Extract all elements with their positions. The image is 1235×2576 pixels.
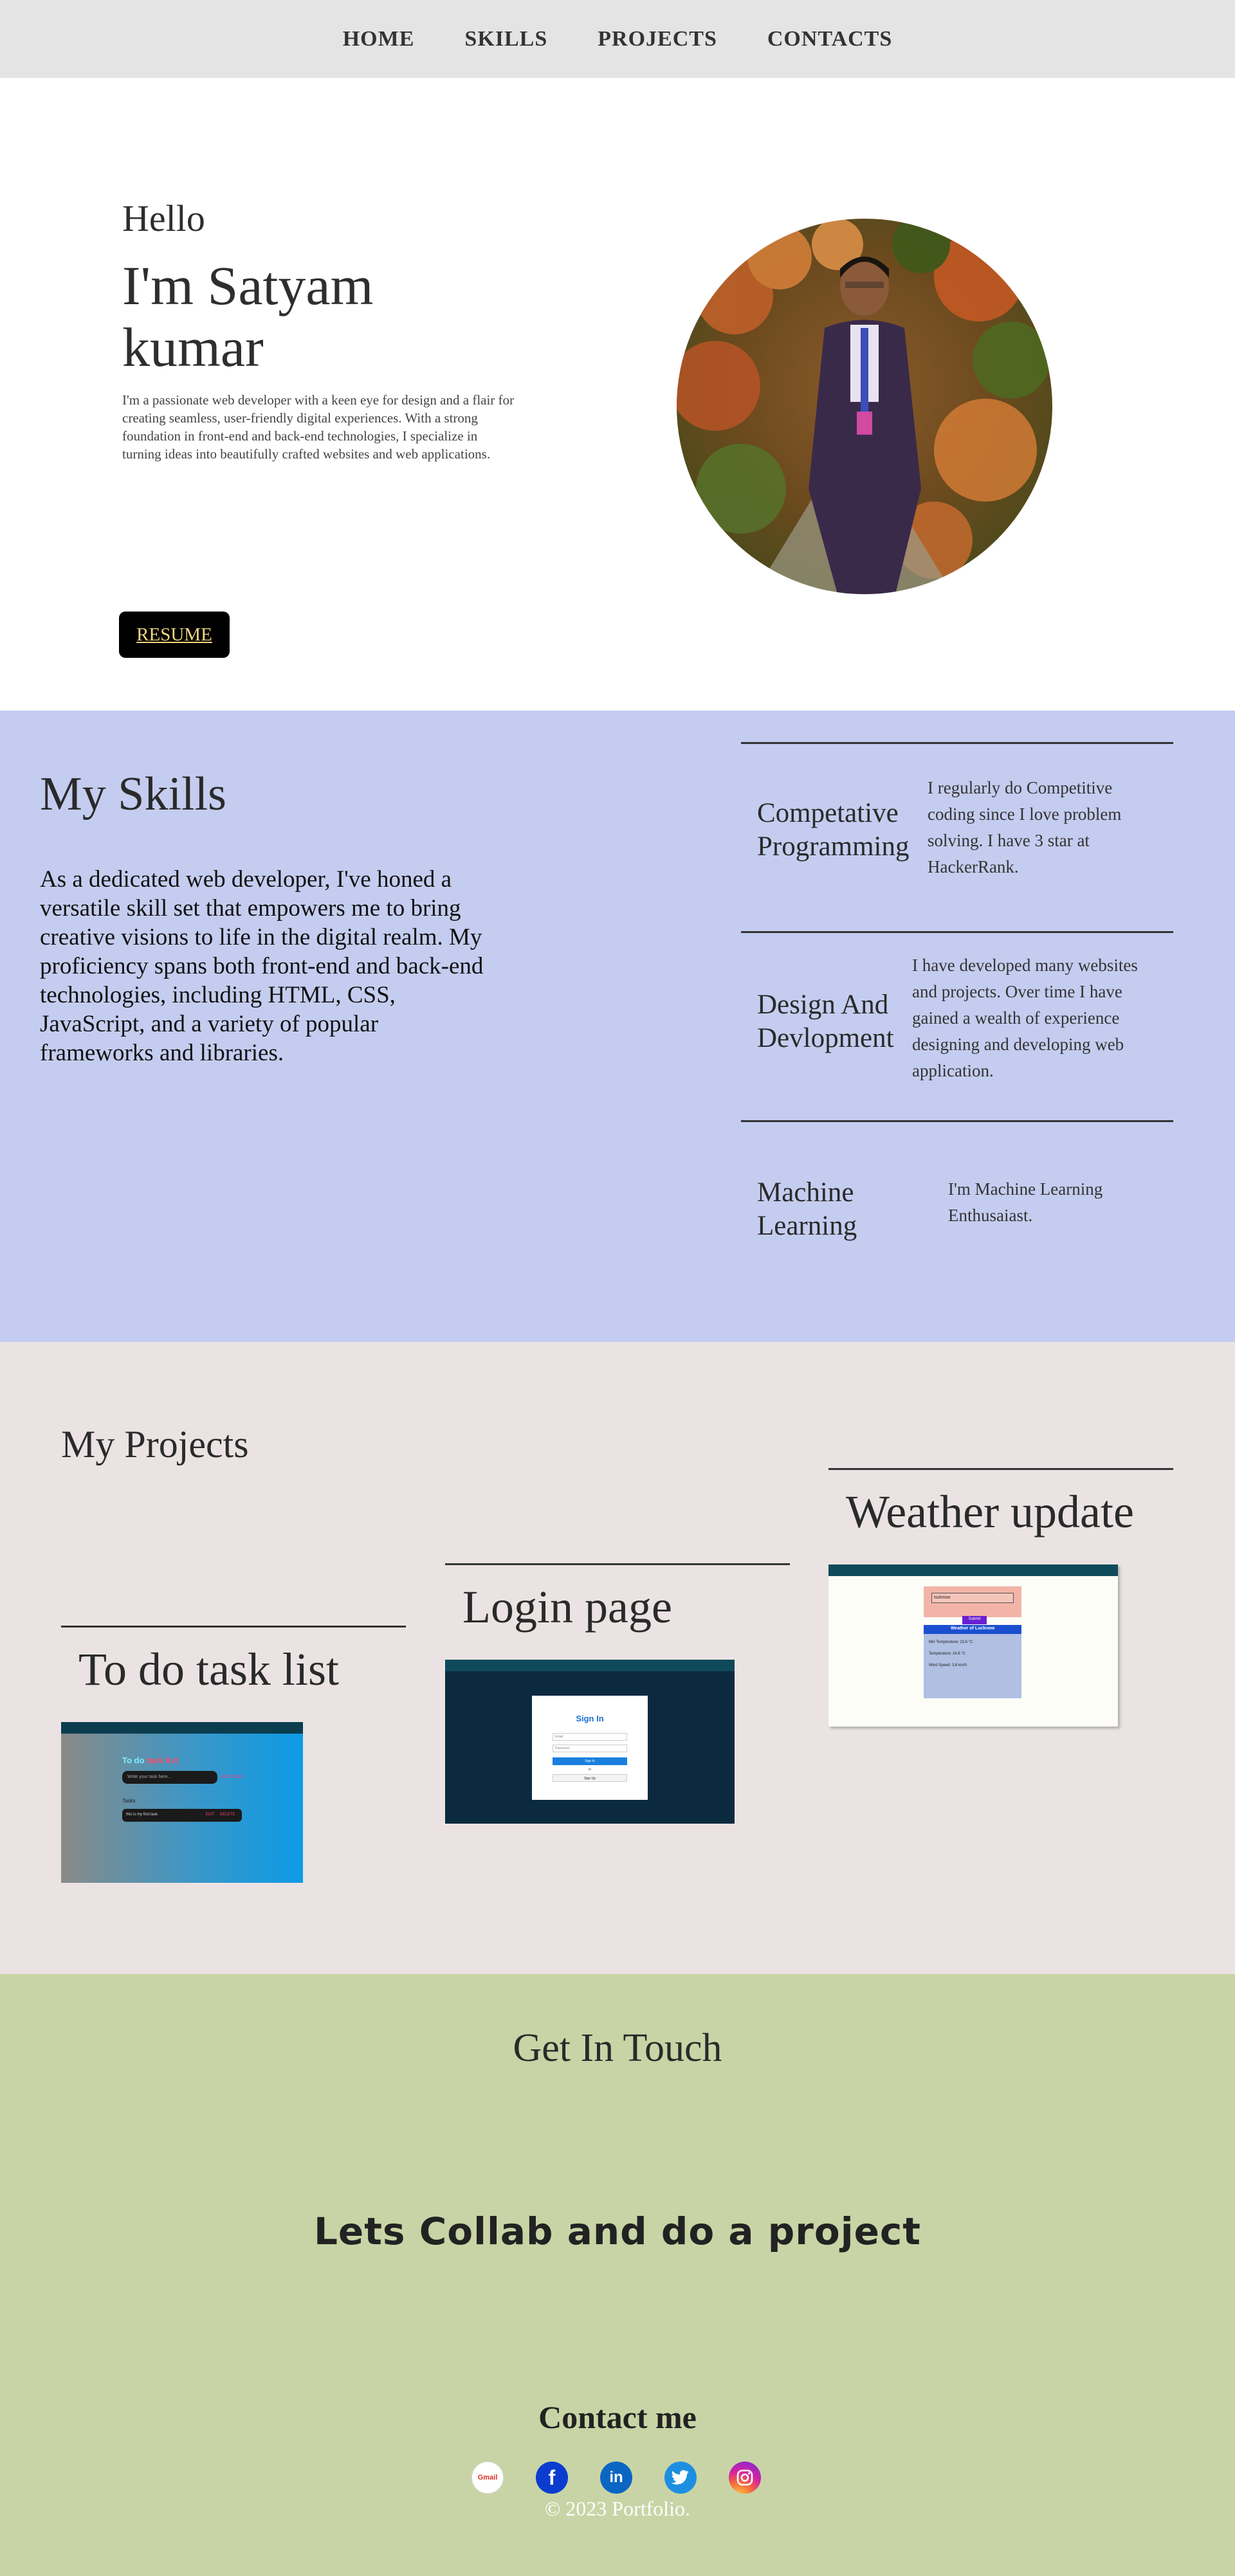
skill-text: I have developed many websites and proje… [912, 956, 1138, 1080]
skill-card: Machine Learning I'm Machine Learning En… [741, 1120, 1173, 1311]
browser-bar [445, 1660, 735, 1671]
top-nav: HOME SKILLS PROJECTS CONTACTS [0, 0, 1235, 78]
contact-section: Get In Touch Lets Collab and do a projec… [0, 1974, 1235, 2576]
skill-name: Design And Devlopment [757, 990, 894, 1053]
todo-edit: EDIT [206, 1813, 215, 1817]
gmail-icon[interactable]: Gmail [471, 2462, 504, 2494]
facebook-icon-label: f [548, 2465, 556, 2489]
project-title: Weather update [846, 1486, 1134, 1537]
login-password: Password [553, 1745, 627, 1752]
resume-button[interactable]: RESUME [119, 612, 230, 658]
contact-title: Get In Touch [513, 2026, 722, 2070]
hero-section: Hello I'm Satyam kumar I'm a passionate … [0, 78, 1235, 711]
projects-title: My Projects [61, 1423, 249, 1465]
todo-delete: DELETE [220, 1813, 235, 1817]
contact-me-heading: Contact me [538, 2399, 697, 2435]
facebook-icon[interactable]: f [536, 2462, 568, 2494]
copyright: © 2023 Portfolio. [544, 2497, 691, 2520]
skill-name: Machine Learning [757, 1177, 857, 1241]
social-links: Gmail f in [471, 2462, 761, 2494]
todo-input: Write your task here... [122, 1771, 217, 1784]
linkedin-icon[interactable]: in [600, 2462, 632, 2494]
twitter-bird-glyph [672, 2470, 689, 2485]
projects-section: My Projects To do task list To do task l… [0, 1342, 1235, 1974]
weather-row: Wind Speed: 3.6 km/h [929, 1664, 967, 1667]
project-title: To do task list [78, 1644, 339, 1695]
skill-card: Competative Programming I regularly do C… [741, 742, 1173, 932]
nav-skills-link[interactable]: SKILLS [464, 27, 547, 51]
hero-intro: I'm a passionate web developer with a ke… [122, 392, 515, 462]
weather-submit: Submit [962, 1616, 987, 1624]
profile-photo-illustration [677, 219, 1052, 594]
profile-photo [677, 219, 1052, 594]
login-heading: Sign In [576, 1714, 604, 1723]
todo-tasks-label: Tasks [122, 1798, 136, 1804]
todo-heading-b: task list [147, 1755, 178, 1765]
weather-city-input: lucknow [931, 1593, 1014, 1603]
skill-text: I'm Machine Learning Enthusaiast. [948, 1179, 1103, 1225]
weather-row: Temperature: 24.6 °C [929, 1652, 966, 1656]
login-submit: Sign In [553, 1757, 627, 1765]
login-card: Sign In Email Password Sign In or Sign U… [532, 1696, 648, 1800]
collab-heading: Lets Collab and do a project [313, 2209, 922, 2253]
weather-row: Min Temperature: 23.6 °C [929, 1640, 973, 1644]
skill-name: Competative Programming [757, 798, 910, 862]
todo-task-row: this is my first task EDIT DELETE [122, 1809, 242, 1822]
gmail-icon-label: Gmail [477, 2474, 498, 2481]
hero-name: I'm Satyam kumar [122, 255, 374, 378]
weather-results: Min Temperature: 23.6 °C Temperature: 24… [924, 1634, 1021, 1698]
instagram-camera-glyph [736, 2469, 753, 2486]
skill-text: I regularly do Competitive coding since … [928, 778, 1122, 876]
skills-title: My Skills [40, 768, 226, 821]
weather-heading: Weather of Lucknow [924, 1625, 1021, 1634]
project-screenshot-todo[interactable]: To do task list Write your task here... … [61, 1722, 303, 1883]
project-screenshot-weather[interactable]: lucknow Submit Weather of Lucknow Min Te… [828, 1565, 1118, 1727]
skill-card: Design And Devlopment I have developed m… [741, 931, 1173, 1121]
todo-task-text: this is my first task [126, 1813, 158, 1817]
nav-projects-link[interactable]: PROJECTS [598, 27, 717, 51]
nav-home-link[interactable]: HOME [343, 27, 415, 51]
login-signup: Sign Up [553, 1774, 627, 1782]
skills-description: As a dedicated web developer, I've honed… [40, 866, 484, 1066]
login-or: or [588, 1768, 592, 1772]
project-card-weather: Weather update lucknow Submit Weather of… [828, 1468, 1173, 1738]
todo-heading: To do task list [122, 1755, 178, 1765]
twitter-icon[interactable] [664, 2462, 697, 2494]
nav-contacts-link[interactable]: CONTACTS [767, 27, 892, 51]
browser-bar [828, 1565, 1118, 1576]
weather-search-box: lucknow [924, 1586, 1021, 1617]
hero-greeting: Hello [122, 197, 205, 239]
browser-bar [61, 1722, 303, 1734]
todo-heading-a: To do [122, 1755, 145, 1765]
project-card-login: Login page Sign In Email Password Sign I… [445, 1563, 790, 1833]
project-title: Login page [462, 1581, 672, 1633]
project-screenshot-login[interactable]: Sign In Email Password Sign In or Sign U… [445, 1660, 735, 1824]
todo-add: ADD TASK [221, 1775, 243, 1779]
linkedin-icon-label: in [609, 2469, 623, 2486]
instagram-icon[interactable] [729, 2462, 761, 2494]
project-card-todo: To do task list To do task list Write yo… [61, 1626, 406, 1896]
skills-section: My Skills As a dedicated web developer, … [0, 711, 1235, 1342]
login-email: Email [553, 1733, 627, 1741]
